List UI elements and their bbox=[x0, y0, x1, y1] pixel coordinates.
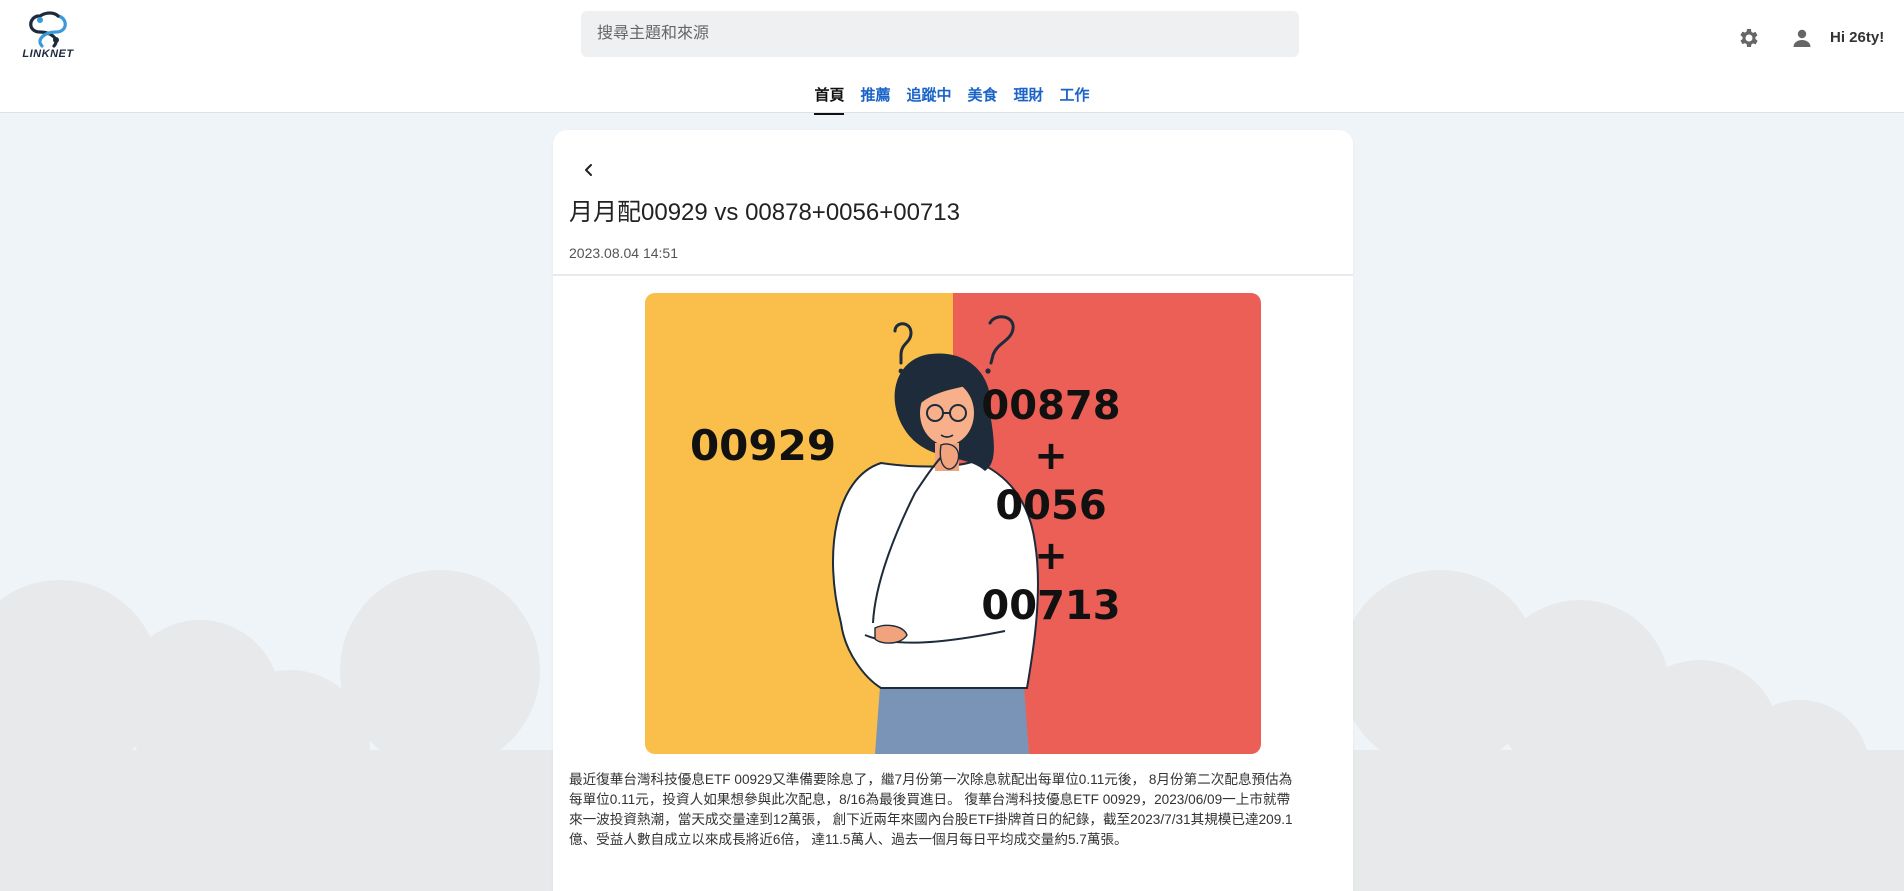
hero-right-line: + bbox=[1034, 433, 1068, 479]
divider bbox=[553, 274, 1353, 276]
user-icon[interactable] bbox=[1790, 26, 1814, 50]
tab-following[interactable]: 追蹤中 bbox=[898, 80, 959, 115]
chevron-left-icon bbox=[585, 164, 592, 176]
tab-finance[interactable]: 理財 bbox=[1006, 80, 1052, 115]
article-body: 最近復華台灣科技優息ETF 00929又準備要除息了，繼7月份第一次除息就配出每… bbox=[569, 770, 1339, 850]
user-greeting[interactable]: Hi 26ty! bbox=[1830, 29, 1884, 46]
nav-tabs: 首頁 推薦 追蹤中 美食 理財 工作 bbox=[0, 80, 1904, 115]
tab-food[interactable]: 美食 bbox=[960, 80, 1006, 115]
article-title: 月月配00929 vs 00878+0056+00713 bbox=[569, 199, 960, 226]
hero-left-label: 00929 bbox=[689, 421, 837, 470]
hero-right-label: 00878 + 0056 + 00713 bbox=[971, 381, 1131, 631]
tab-recommended[interactable]: 推薦 bbox=[852, 80, 898, 115]
article-body-line: 每單位0.11元，投資人如果想參與此次配息，8/16為最後買進日。 復華台灣科技… bbox=[569, 792, 1291, 807]
linknet-logo[interactable]: LINKNET bbox=[20, 10, 76, 60]
hero-image: 00929 00878 + 0056 + 00713 bbox=[645, 293, 1261, 754]
search-input[interactable] bbox=[581, 11, 1299, 57]
article-body-line: 億、受益人數自成立以來成長將近6倍， 達11.5萬人、過去一個月每日平均成交量約… bbox=[569, 832, 1128, 847]
hero-right-line: 00713 bbox=[981, 583, 1121, 629]
gear-icon[interactable] bbox=[1736, 26, 1760, 50]
top-header: LINKNET Hi 26ty! 首頁 推薦 追蹤中 美食 理財 工作 bbox=[0, 0, 1904, 115]
logo-text: LINKNET bbox=[22, 48, 74, 60]
article-card: 月月配00929 vs 00878+0056+00713 2023.08.04 … bbox=[553, 130, 1353, 891]
back-button[interactable] bbox=[575, 156, 603, 184]
article-date: 2023.08.04 14:51 bbox=[569, 245, 678, 261]
hero-right-line: 0056 bbox=[995, 483, 1107, 529]
hero-right-line: 00878 bbox=[981, 383, 1121, 429]
logo-mark-icon bbox=[29, 11, 67, 48]
tab-work[interactable]: 工作 bbox=[1052, 80, 1098, 115]
article-body-line: 來一波投資熱潮，當天成交量達到12萬張， 創下近兩年來國內台股ETF掛牌首日的紀… bbox=[569, 812, 1293, 827]
article-body-line: 最近復華台灣科技優息ETF 00929又準備要除息了，繼7月份第一次除息就配出每… bbox=[569, 772, 1293, 787]
hero-right-line: + bbox=[1034, 533, 1068, 579]
tab-home[interactable]: 首頁 bbox=[806, 80, 852, 115]
thinking-woman-illustration bbox=[832, 315, 1039, 754]
